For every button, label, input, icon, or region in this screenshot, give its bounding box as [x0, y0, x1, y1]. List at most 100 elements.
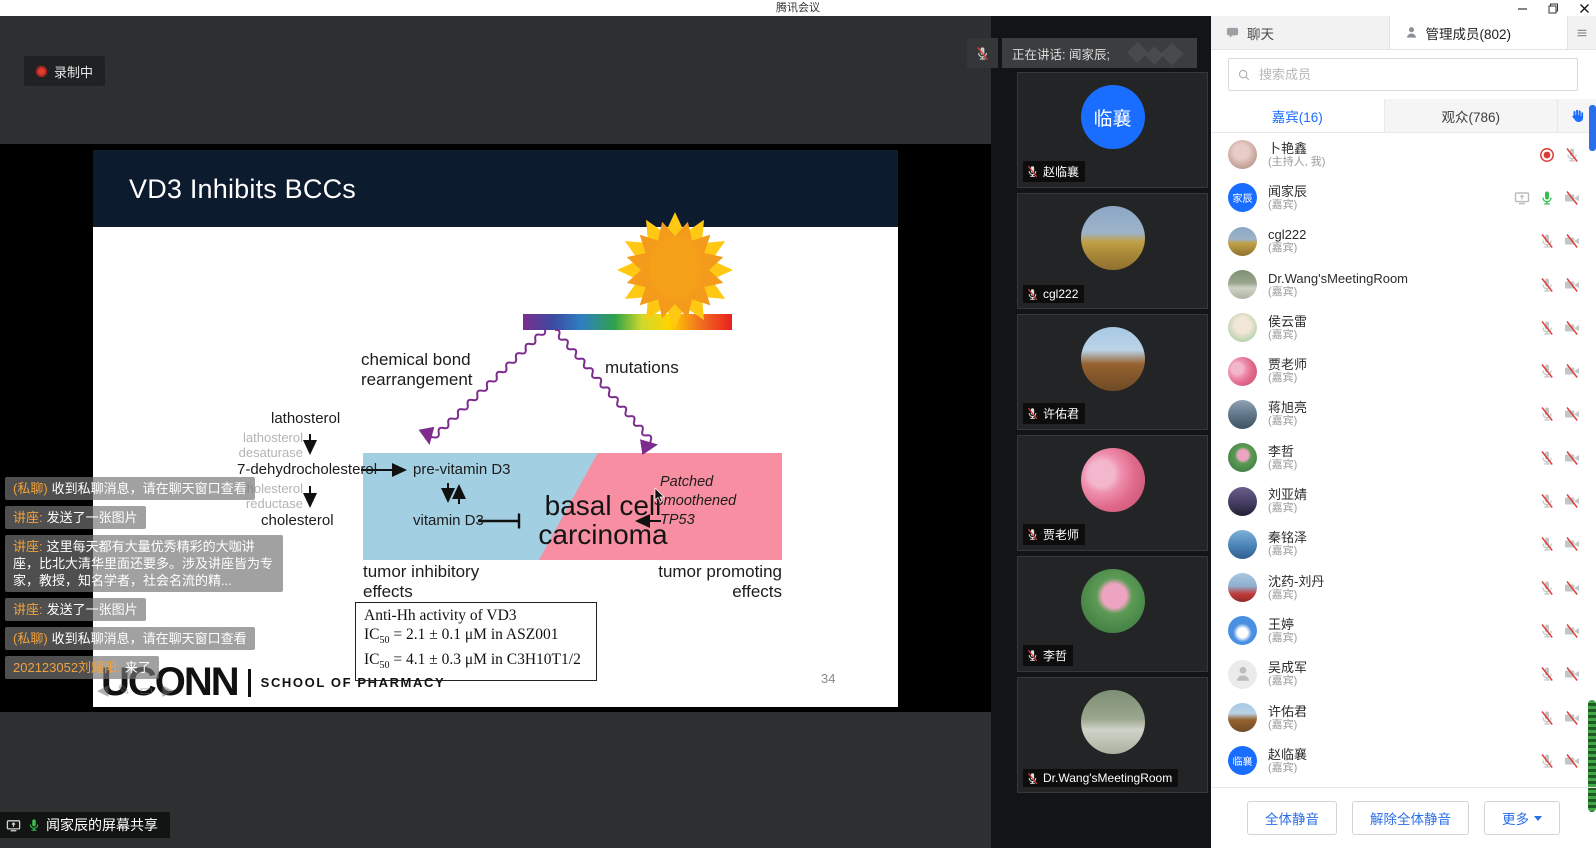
participant-name: Dr.Wang'sMeetingRoom: [1043, 771, 1172, 785]
member-row[interactable]: 卜艳鑫 (主持人, 我): [1211, 133, 1596, 176]
member-avatar: 临襄: [1228, 746, 1257, 775]
member-avatar: [1228, 530, 1257, 559]
label-tumor-inhibitory: tumor inhibitoryeffects: [363, 562, 479, 602]
camera-off-icon[interactable]: [1564, 277, 1580, 293]
video-thumbnail[interactable]: Dr.Wang'sMeetingRoom: [1017, 677, 1208, 793]
member-role: (嘉宾): [1268, 415, 1307, 428]
camera-off-icon[interactable]: [1564, 450, 1580, 466]
member-avatar: [1228, 703, 1257, 732]
panel-scrollbar-thumb[interactable]: [1589, 105, 1596, 151]
tab-audience[interactable]: 观众(786): [1384, 99, 1558, 132]
member-row[interactable]: 蒋旭亮 (嘉宾): [1211, 393, 1596, 436]
member-avatar: 家辰: [1228, 183, 1257, 212]
camera-off-icon[interactable]: [1564, 363, 1580, 379]
member-names: 侯云雷 (嘉宾): [1268, 314, 1307, 342]
member-row[interactable]: 刘亚婧 (嘉宾): [1211, 479, 1596, 522]
member-row[interactable]: 临襄 赵临襄 (嘉宾): [1211, 739, 1596, 782]
video-thumbnail[interactable]: 许佑君: [1017, 314, 1208, 430]
camera-off-icon[interactable]: [1564, 320, 1580, 336]
mic-on-icon[interactable]: [1539, 190, 1555, 206]
tab-chat[interactable]: 聊天: [1211, 16, 1390, 49]
member-role: (嘉宾): [1268, 762, 1307, 775]
video-thumbnail[interactable]: 李哲: [1017, 556, 1208, 672]
member-row[interactable]: cgl222 (嘉宾): [1211, 220, 1596, 263]
video-thumbnail[interactable]: cgl222: [1017, 193, 1208, 309]
mic-muted-icon[interactable]: [1539, 406, 1555, 422]
mic-muted-icon[interactable]: [1539, 363, 1555, 379]
member-search-box[interactable]: [1228, 58, 1578, 91]
default-person-icon: [1233, 664, 1253, 684]
camera-off-icon[interactable]: [1564, 493, 1580, 509]
participant-name: cgl222: [1043, 287, 1078, 301]
prev-slide-icon[interactable]: ◀: [97, 681, 109, 699]
member-row[interactable]: 家辰 闻家辰 (嘉宾): [1211, 176, 1596, 219]
camera-off-icon[interactable]: [1564, 753, 1580, 769]
participant-avatar: [1081, 206, 1145, 270]
member-row[interactable]: 吴成军 (嘉宾): [1211, 653, 1596, 696]
search-input[interactable]: [1257, 66, 1569, 83]
mic-muted-icon[interactable]: [1539, 580, 1555, 596]
chat-message: (私聊)收到私聊消息，请在聊天窗口查看: [5, 627, 255, 650]
tab-guests[interactable]: 嘉宾(16): [1211, 99, 1384, 132]
next-slide-icon[interactable]: ▶: [162, 681, 174, 699]
camera-off-icon[interactable]: [1564, 233, 1580, 249]
unmute-all-button[interactable]: 解除全体静音: [1352, 801, 1469, 835]
member-row[interactable]: 贾老师 (嘉宾): [1211, 349, 1596, 392]
close-button[interactable]: [1579, 3, 1590, 14]
member-subtabs: 嘉宾(16) 观众(786): [1211, 99, 1596, 133]
member-row[interactable]: 王婷 (嘉宾): [1211, 609, 1596, 652]
restore-button[interactable]: [1548, 3, 1559, 14]
presenter-controls[interactable]: ◀ ✎ ▭ ▶: [97, 681, 174, 699]
screen-share-icon: [5, 818, 22, 833]
recording-label: 录制中: [54, 62, 93, 81]
member-avatar: [1228, 616, 1257, 645]
mic-muted-icon[interactable]: [1539, 233, 1555, 249]
camera-off-icon[interactable]: [1564, 190, 1580, 206]
member-role: (嘉宾): [1268, 589, 1324, 602]
member-name: 赵临襄: [1268, 747, 1307, 762]
member-row[interactable]: 沈药-刘丹 (嘉宾): [1211, 566, 1596, 609]
minimize-button[interactable]: [1517, 3, 1528, 14]
pen-tool-icon[interactable]: ✎: [118, 681, 131, 699]
mic-muted-icon[interactable]: [1539, 710, 1555, 726]
mic-muted-icon[interactable]: [1539, 320, 1555, 336]
mic-muted-icon[interactable]: [1539, 536, 1555, 552]
now-speaking-bar: 正在讲话: 闻家辰;: [1002, 38, 1197, 68]
tab-manage-members[interactable]: 管理成员(802): [1390, 16, 1568, 49]
video-thumbnail[interactable]: 临襄 赵临襄: [1017, 72, 1208, 188]
camera-off-icon[interactable]: [1564, 580, 1580, 596]
mute-all-button[interactable]: 全体静音: [1247, 801, 1337, 835]
camera-off-icon[interactable]: [1564, 623, 1580, 639]
member-role: (嘉宾): [1268, 372, 1307, 385]
mic-muted-icon[interactable]: [1539, 450, 1555, 466]
member-row[interactable]: Dr.Wang'sMeetingRoom (嘉宾): [1211, 263, 1596, 306]
camera-off-icon[interactable]: [1564, 536, 1580, 552]
member-list: 卜艳鑫 (主持人, 我) 家辰: [1211, 133, 1596, 783]
mic-muted-icon[interactable]: [1539, 623, 1555, 639]
chat-sender: 讲座:: [13, 539, 43, 554]
participant-name: 许佑君: [1043, 405, 1079, 422]
display-options-icon[interactable]: ▭: [139, 681, 153, 699]
mic-muted-icon[interactable]: [1539, 493, 1555, 509]
video-thumbnail[interactable]: 贾老师: [1017, 435, 1208, 551]
mic-muted-icon[interactable]: [1539, 666, 1555, 682]
more-button[interactable]: 更多: [1484, 801, 1560, 835]
member-avatar: [1228, 270, 1257, 299]
mic-muted-icon[interactable]: [1564, 147, 1580, 163]
member-names: 秦铭泽 (嘉宾): [1268, 530, 1307, 558]
member-avatar: [1228, 357, 1257, 386]
mic-muted-icon[interactable]: [1539, 277, 1555, 293]
member-row[interactable]: 李哲 (嘉宾): [1211, 436, 1596, 479]
label-lathosterol: lathosterol: [271, 410, 340, 428]
camera-off-icon[interactable]: [1564, 710, 1580, 726]
chat-text: 收到私聊消息，请在聊天窗口查看: [52, 481, 247, 496]
member-row[interactable]: 秦铭泽 (嘉宾): [1211, 523, 1596, 566]
member-row[interactable]: 许佑君 (嘉宾): [1211, 696, 1596, 739]
panel-menu-button[interactable]: [1567, 16, 1596, 49]
camera-off-icon[interactable]: [1564, 666, 1580, 682]
camera-off-icon[interactable]: [1564, 406, 1580, 422]
member-name: 吴成军: [1268, 660, 1307, 675]
mic-muted-icon[interactable]: [1539, 753, 1555, 769]
member-avatar: [1228, 573, 1257, 602]
member-row[interactable]: 侯云雷 (嘉宾): [1211, 306, 1596, 349]
